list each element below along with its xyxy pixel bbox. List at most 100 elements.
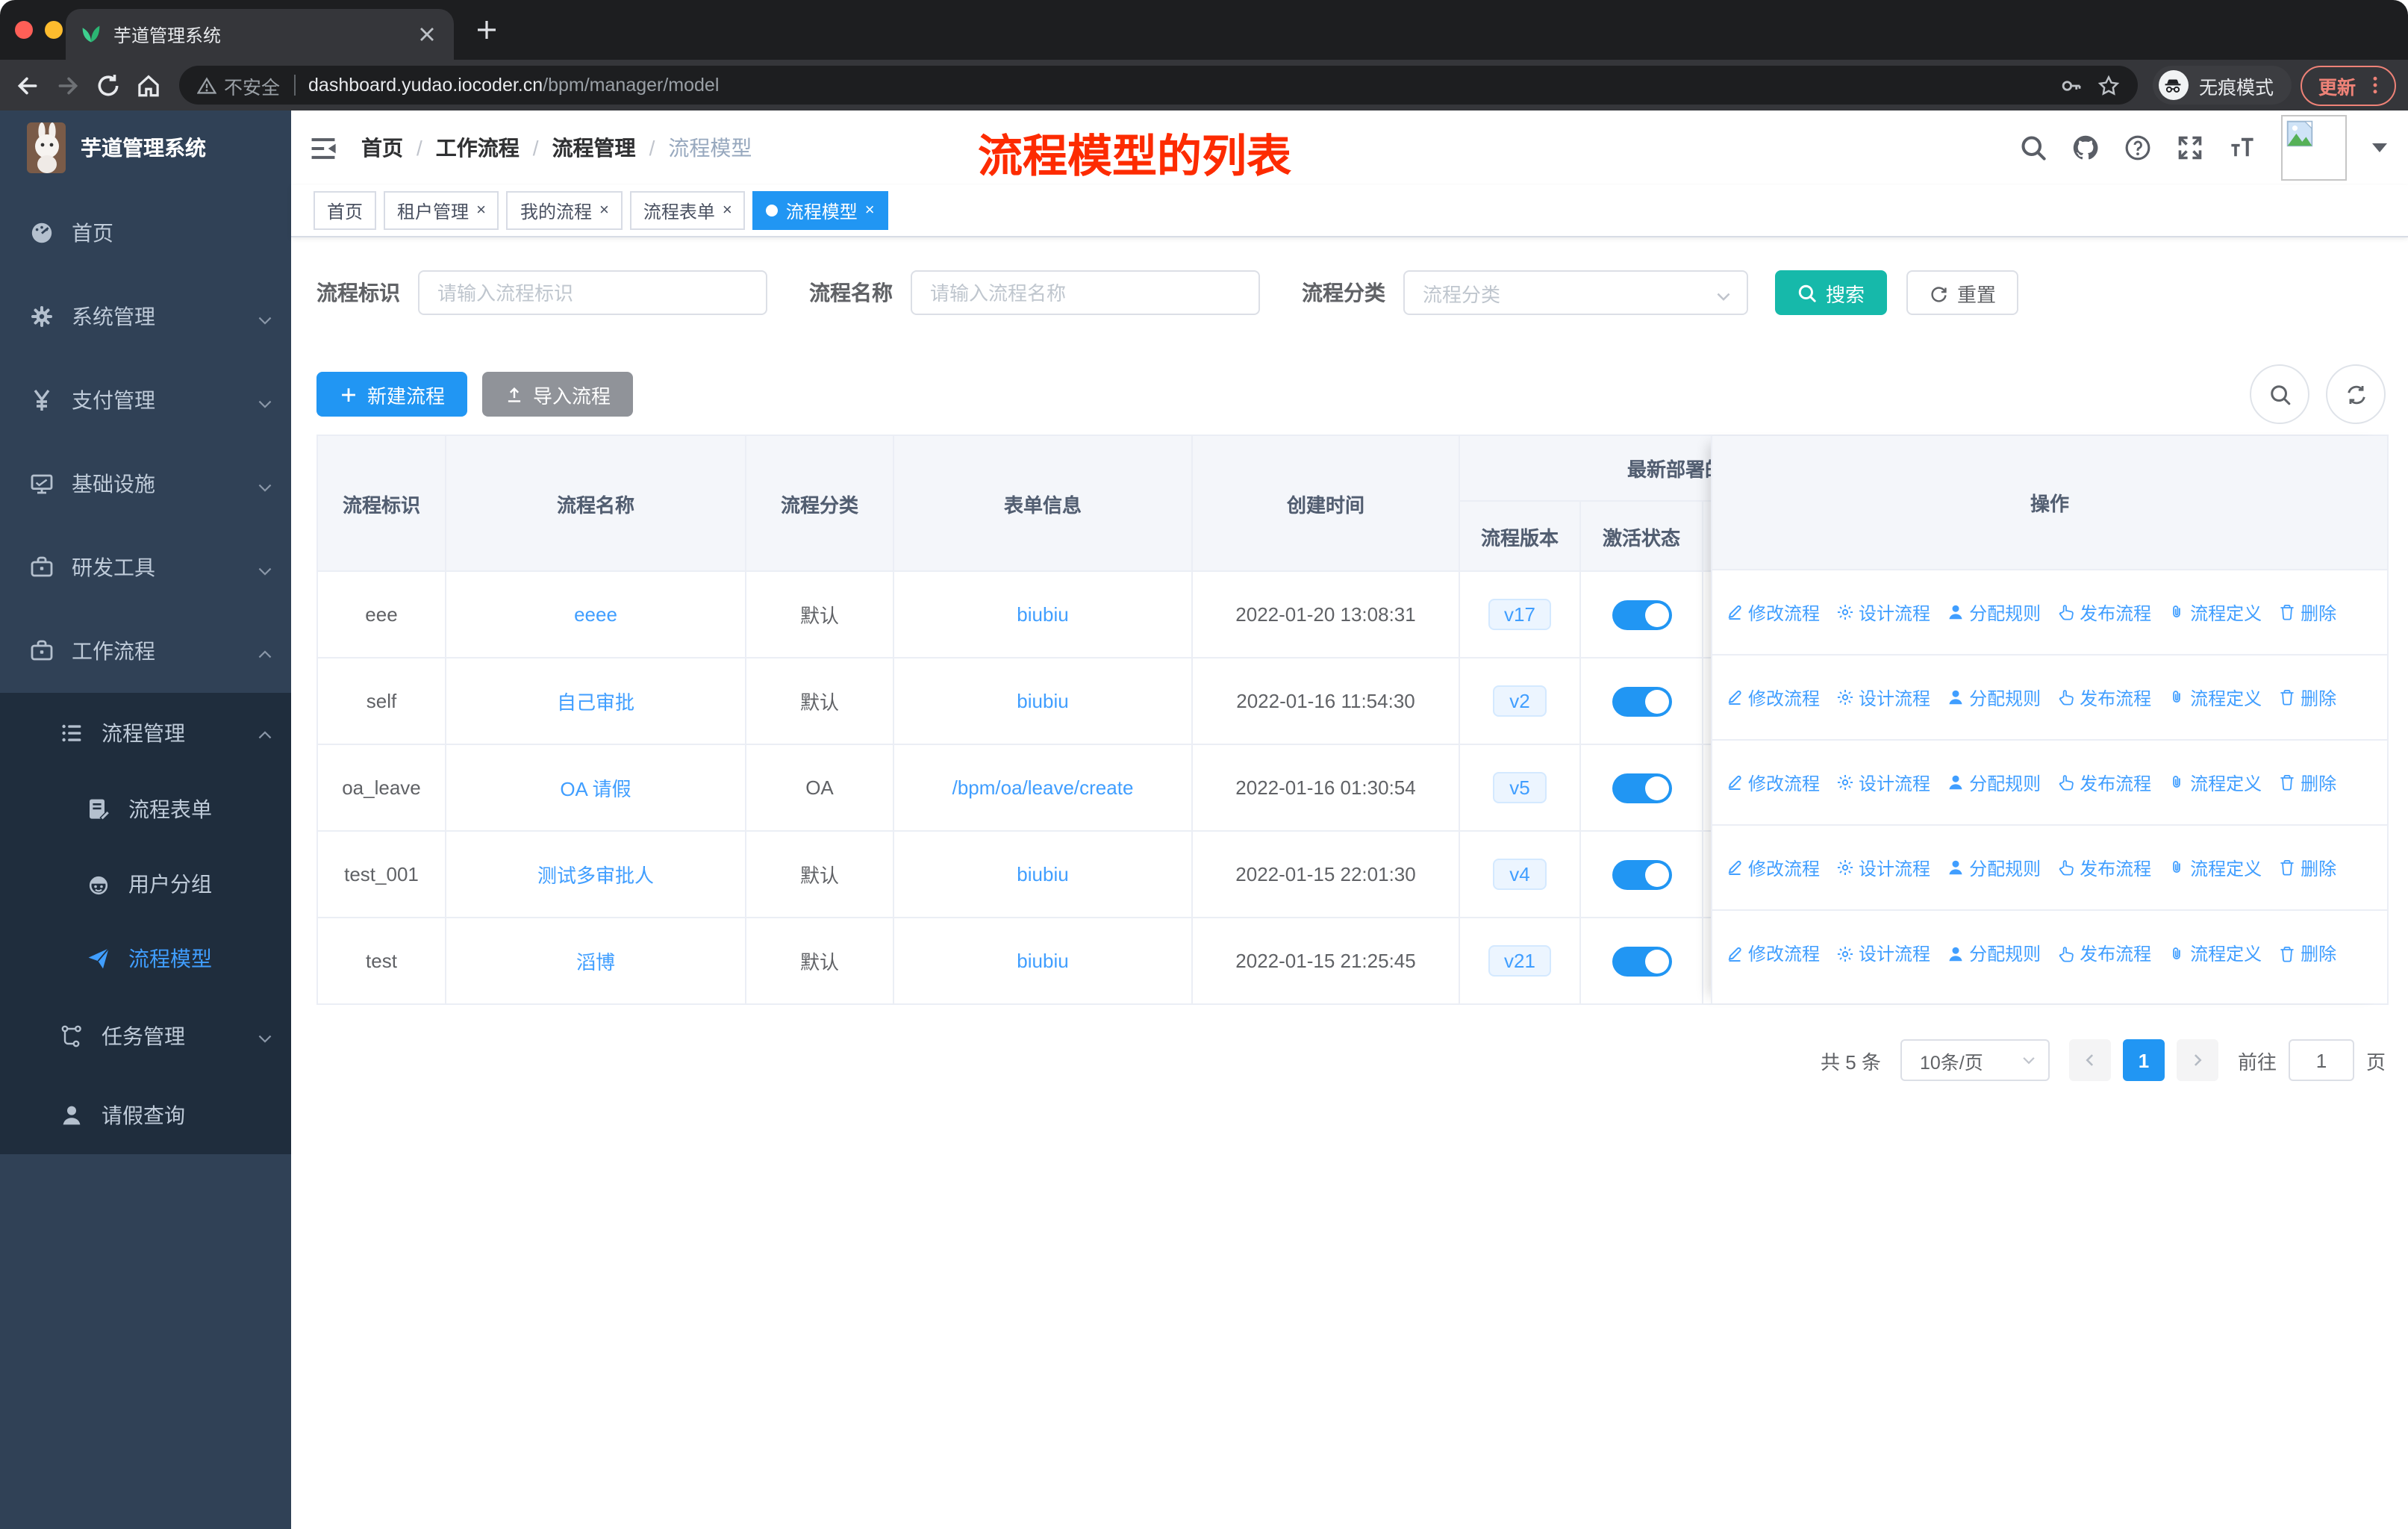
action-修改流程[interactable]: 修改流程	[1726, 600, 1820, 625]
collapse-sidebar-icon[interactable]	[309, 134, 337, 162]
action-修改流程[interactable]: 修改流程	[1726, 770, 1820, 795]
action-删除[interactable]: 删除	[2278, 855, 2336, 880]
action-删除[interactable]: 删除	[2278, 685, 2336, 710]
avatar[interactable]	[2281, 115, 2347, 181]
import-model-button[interactable]: 导入流程	[482, 372, 634, 417]
action-删除[interactable]: 删除	[2278, 600, 2336, 625]
action-发布流程[interactable]: 发布流程	[2057, 685, 2151, 710]
browser-tab[interactable]: 芋道管理系统	[66, 9, 454, 60]
active-toggle[interactable]	[1612, 859, 1671, 889]
sidebar-item-流程模型[interactable]: 流程模型	[0, 921, 291, 996]
address-bar[interactable]: 不安全 dashboard.yudao.iocoder.cn /bpm/mana…	[179, 66, 2138, 105]
action-删除[interactable]: 删除	[2278, 941, 2336, 966]
sidebar-item-基础设施[interactable]: 基础设施	[0, 442, 291, 526]
action-流程定义[interactable]: 流程定义	[2168, 770, 2262, 795]
reload-icon[interactable]	[93, 69, 124, 101]
minimize-window-button[interactable]	[45, 21, 63, 39]
active-toggle[interactable]	[1612, 686, 1671, 716]
next-page-button[interactable]	[2176, 1039, 2218, 1081]
tag-我的流程[interactable]: 我的流程 ×	[506, 191, 623, 230]
close-window-button[interactable]	[15, 21, 33, 39]
breadcrumb-item[interactable]: 工作流程	[436, 133, 520, 163]
search-icon[interactable]	[2020, 134, 2047, 161]
tag-close-icon[interactable]: ×	[476, 202, 486, 219]
action-修改流程[interactable]: 修改流程	[1726, 855, 1820, 880]
browser-update-button[interactable]: 更新	[2300, 65, 2396, 105]
action-分配规则[interactable]: 分配规则	[1947, 855, 2041, 880]
form-link[interactable]: biubiu	[1017, 690, 1068, 712]
sidebar-item-工作流程[interactable]: 工作流程	[0, 609, 291, 693]
sidebar-item-用户分组[interactable]: 用户分组	[0, 847, 291, 921]
form-link[interactable]: biubiu	[1017, 863, 1068, 885]
action-设计流程[interactable]: 设计流程	[1836, 770, 1930, 795]
filter-category-select[interactable]: 流程分类	[1403, 270, 1748, 315]
form-link[interactable]: biubiu	[1017, 950, 1068, 972]
tag-租户管理[interactable]: 租户管理 ×	[384, 191, 499, 230]
filter-name-input[interactable]	[911, 270, 1260, 315]
form-link[interactable]: /bpm/oa/leave/create	[952, 776, 1134, 799]
action-分配规则[interactable]: 分配规则	[1947, 941, 2041, 966]
password-key-icon[interactable]	[2060, 74, 2083, 96]
action-设计流程[interactable]: 设计流程	[1836, 685, 1930, 710]
search-button[interactable]: 搜索	[1775, 270, 1888, 315]
action-设计流程[interactable]: 设计流程	[1836, 941, 1930, 966]
current-page-button[interactable]: 1	[2122, 1039, 2165, 1081]
reset-button[interactable]: 重置	[1906, 270, 2019, 315]
action-分配规则[interactable]: 分配规则	[1947, 600, 2041, 625]
breadcrumb-item[interactable]: 首页	[361, 133, 403, 163]
action-发布流程[interactable]: 发布流程	[2057, 770, 2151, 795]
fullscreen-icon[interactable]	[2177, 134, 2203, 161]
active-toggle[interactable]	[1612, 600, 1671, 629]
caret-down-icon[interactable]	[2372, 143, 2387, 152]
action-流程定义[interactable]: 流程定义	[2168, 685, 2262, 710]
action-流程定义[interactable]: 流程定义	[2168, 855, 2262, 880]
tag-流程表单[interactable]: 流程表单 ×	[629, 191, 746, 230]
back-icon[interactable]	[12, 69, 43, 101]
tag-close-icon[interactable]: ×	[599, 202, 609, 219]
page-size-select[interactable]: 10条/页	[1900, 1039, 2050, 1081]
action-流程定义[interactable]: 流程定义	[2168, 600, 2262, 625]
new-tab-button[interactable]	[475, 18, 499, 42]
sidebar-item-流程管理[interactable]: 流程管理	[0, 693, 291, 772]
browser-menu-icon[interactable]	[2365, 75, 2386, 96]
tab-close-icon[interactable]	[415, 22, 439, 46]
action-发布流程[interactable]: 发布流程	[2057, 855, 2151, 880]
model-name-link[interactable]: OA 请假	[560, 773, 631, 802]
bookmark-star-icon[interactable]	[2097, 74, 2120, 96]
tag-首页[interactable]: 首页	[314, 191, 377, 230]
filter-key-input[interactable]	[418, 270, 767, 315]
refresh-table-button[interactable]	[2326, 364, 2386, 424]
create-model-button[interactable]: 新建流程	[316, 372, 468, 417]
model-name-link[interactable]: eeee	[574, 603, 617, 626]
font-size-icon[interactable]	[2229, 134, 2256, 161]
model-name-link[interactable]: 自己审批	[557, 687, 634, 715]
prev-page-button[interactable]	[2068, 1039, 2111, 1081]
sidebar-item-支付管理[interactable]: 支付管理	[0, 358, 291, 442]
update-label[interactable]: 更新	[2318, 71, 2356, 99]
forward-icon[interactable]	[52, 69, 84, 101]
action-分配规则[interactable]: 分配规则	[1947, 770, 2041, 795]
github-icon[interactable]	[2072, 134, 2099, 161]
active-toggle[interactable]	[1612, 773, 1671, 803]
action-删除[interactable]: 删除	[2278, 770, 2336, 795]
tag-close-icon[interactable]: ×	[723, 202, 732, 219]
security-label[interactable]: 不安全	[224, 71, 280, 99]
goto-page-input[interactable]	[2288, 1039, 2354, 1081]
breadcrumb-item[interactable]: 流程管理	[552, 133, 636, 163]
action-流程定义[interactable]: 流程定义	[2168, 941, 2262, 966]
action-发布流程[interactable]: 发布流程	[2057, 600, 2151, 625]
tag-close-icon[interactable]: ×	[865, 202, 875, 219]
help-question-icon[interactable]	[2124, 134, 2151, 161]
sidebar-item-首页[interactable]: 首页	[0, 191, 291, 275]
action-发布流程[interactable]: 发布流程	[2057, 941, 2151, 966]
action-分配规则[interactable]: 分配规则	[1947, 685, 2041, 710]
action-修改流程[interactable]: 修改流程	[1726, 941, 1820, 966]
sidebar-item-流程表单[interactable]: 流程表单	[0, 772, 291, 847]
toggle-search-button[interactable]	[2250, 364, 2309, 424]
action-设计流程[interactable]: 设计流程	[1836, 600, 1930, 625]
form-link[interactable]: biubiu	[1017, 603, 1068, 626]
sidebar-item-任务管理[interactable]: 任务管理	[0, 996, 291, 1075]
model-name-link[interactable]: 测试多审批人	[537, 860, 654, 888]
tag-流程模型[interactable]: 流程模型 ×	[752, 191, 888, 230]
active-toggle[interactable]	[1612, 946, 1671, 976]
